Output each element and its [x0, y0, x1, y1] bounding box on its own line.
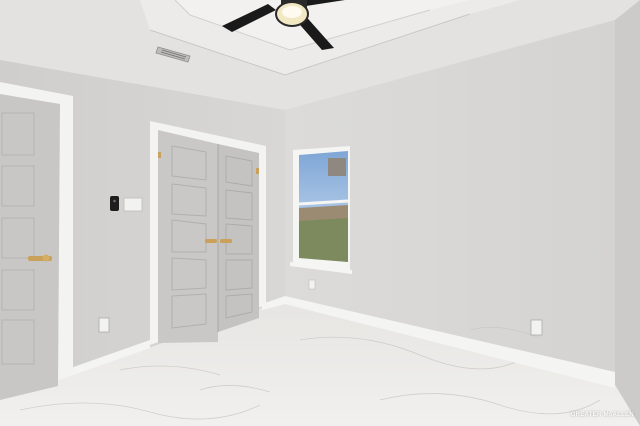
- left-door: [0, 82, 73, 400]
- light-switch: [123, 197, 143, 212]
- outlet-back-right: [530, 319, 543, 336]
- thermostat: [110, 196, 119, 211]
- watermark-logo: GREATER McALLEN: [570, 412, 634, 418]
- window: [290, 146, 352, 274]
- outlet-left: [98, 317, 110, 333]
- room-photo: GREATER McALLEN: [0, 0, 640, 426]
- room-illustration: [0, 0, 640, 426]
- closet-double-door: [150, 121, 266, 345]
- outlet-back-left: [308, 279, 316, 290]
- right-wall: [615, 0, 640, 426]
